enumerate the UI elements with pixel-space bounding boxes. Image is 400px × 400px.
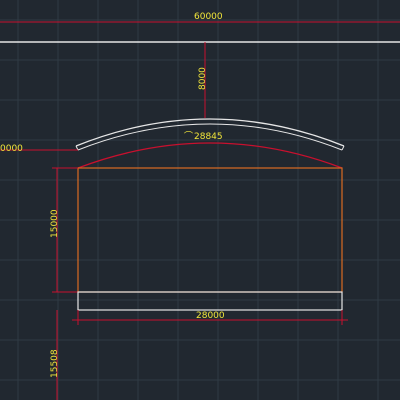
base-slab[interactable]	[77, 291, 343, 311]
arc-length-symbol: ⌒	[184, 131, 193, 142]
cad-viewport[interactable]: 60000 8000 ⌒ 28845 0000 15000 28000 1550…	[0, 0, 400, 400]
cad-drawing[interactable]: 60000 8000 ⌒ 28845 0000 15000 28000 1550…	[0, 0, 400, 400]
dim-text-left-offset: 0000	[0, 144, 23, 154]
dim-text-left-height: 15000	[50, 209, 60, 238]
structure-box-orange[interactable]	[77, 167, 343, 293]
arch-end-right[interactable]	[341, 145, 345, 151]
dim-text-vertical-height: 8000	[198, 67, 208, 90]
dim-text-arc-length: 28845	[194, 132, 223, 142]
dim-text-bottom-width: 28000	[196, 311, 225, 321]
grid	[0, 0, 400, 400]
arch-end-left[interactable]	[75, 145, 79, 151]
dim-text-bottom-height: 15508	[50, 349, 60, 378]
arch-inner-red[interactable]	[77, 142, 343, 169]
dim-text-top-width: 60000	[194, 12, 223, 22]
